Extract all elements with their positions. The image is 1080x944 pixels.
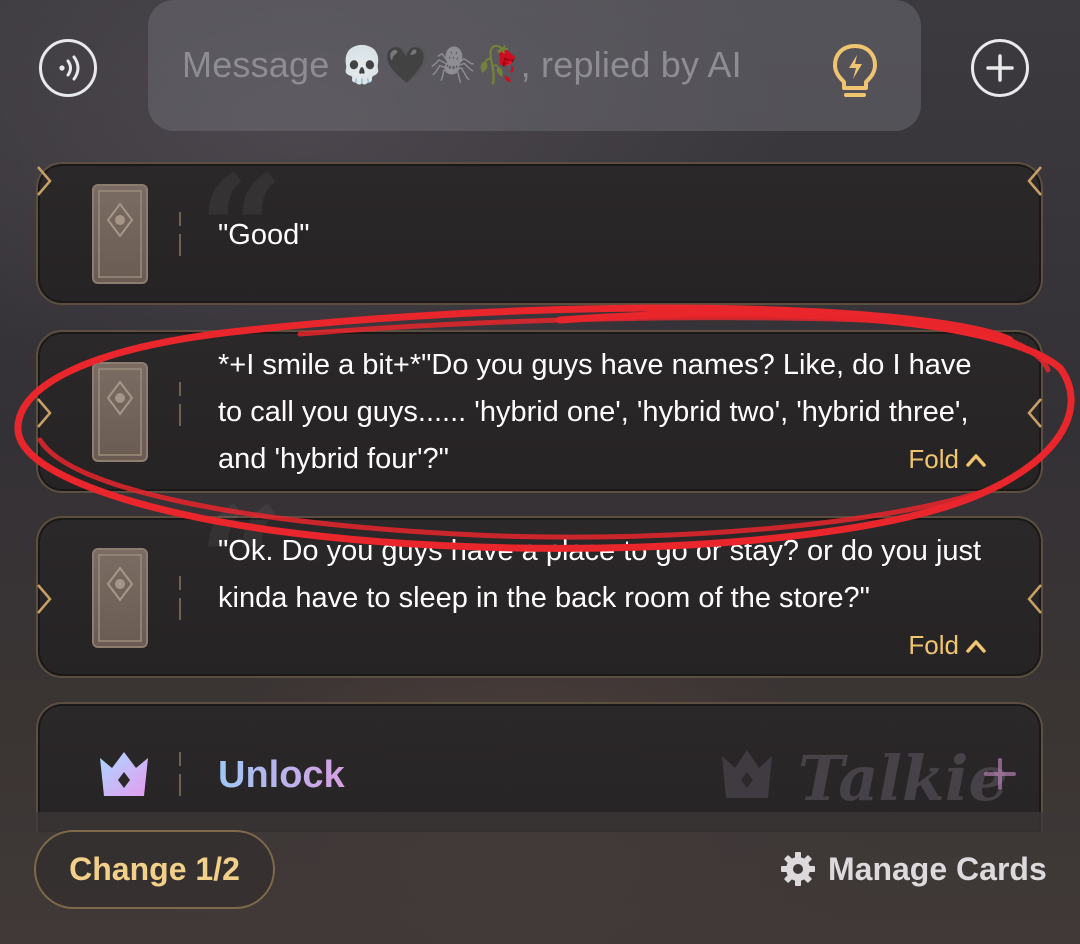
change-label: Change 1/2 [69, 851, 240, 887]
reply-card[interactable]: *+I smile a bit+*"Do you guys have names… [36, 330, 1043, 493]
crown-icon [100, 752, 148, 796]
reply-card[interactable]: “ "Good" [36, 156, 1043, 306]
card-divider [178, 382, 182, 426]
reply-card[interactable]: “ "Ok. Do you guys have a place to go or… [36, 488, 1043, 678]
card-left-ornament-icon [37, 166, 52, 196]
card-right-ornament-icon [1027, 398, 1042, 428]
tarot-card-icon [92, 184, 148, 284]
brand-crown-icon [722, 750, 772, 798]
gear-icon [781, 852, 815, 886]
brand-name: Talkie [798, 742, 1008, 815]
change-button[interactable]: Change 1/2 [34, 830, 275, 909]
tarot-card-icon [92, 362, 148, 462]
card-text: "Good" [218, 219, 310, 251]
plus-icon [986, 54, 1014, 82]
lightbulb-icon[interactable] [829, 42, 881, 102]
card-left-ornament-icon [37, 584, 52, 614]
card-divider [178, 752, 182, 796]
card-divider [178, 212, 182, 256]
manage-cards-label: Manage Cards [828, 850, 1047, 887]
manage-cards-button[interactable]: Manage Cards [780, 848, 1047, 890]
card-divider [178, 576, 182, 620]
chevron-up-icon [966, 639, 986, 653]
tarot-card-icon [92, 548, 148, 648]
voice-call-icon [59, 55, 80, 81]
chevron-up-icon [966, 453, 986, 467]
card-right-ornament-icon [1027, 166, 1042, 196]
fold-button[interactable]: Fold [908, 444, 987, 475]
card-text: "Ok. Do you guys have a place to go or s… [218, 535, 982, 614]
message-input[interactable]: Message 💀🖤🕷🥀, replied by AI [148, 0, 921, 131]
card-text: *+I smile a bit+*"Do you guys have names… [218, 349, 972, 475]
card-right-ornament-icon [1027, 584, 1042, 614]
fold-button[interactable]: Fold [908, 630, 987, 661]
brand-watermark: Talkie [718, 742, 1038, 815]
fold-label: Fold [908, 630, 959, 660]
message-placeholder: Message 💀🖤🕷🥀, replied by AI [182, 44, 742, 85]
plus-sparkle-icon [984, 758, 1016, 790]
card-left-ornament-icon [37, 398, 52, 428]
add-button[interactable] [971, 39, 1029, 97]
voice-call-button[interactable] [39, 39, 97, 97]
fold-label: Fold [908, 444, 959, 474]
unlock-label: Unlock [218, 754, 345, 796]
